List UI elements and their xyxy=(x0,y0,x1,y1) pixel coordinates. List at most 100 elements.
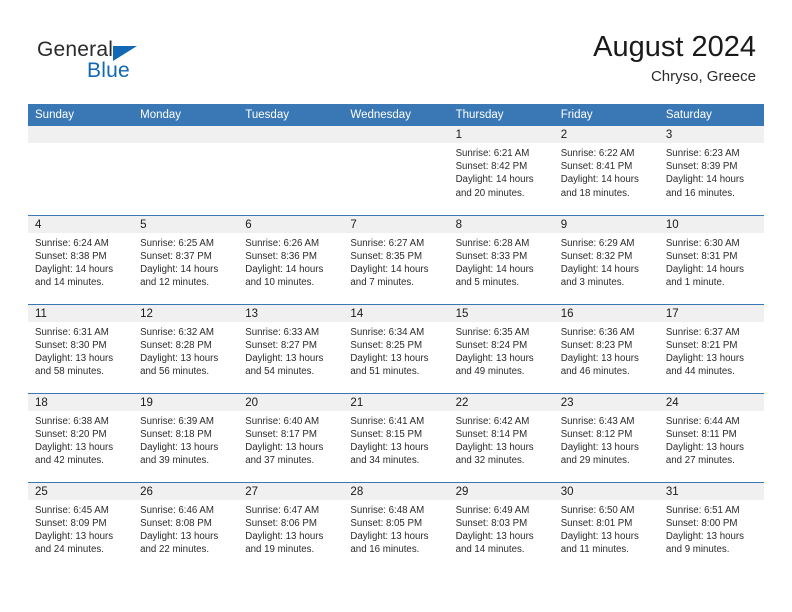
daylight-text-line1: Daylight: 14 hours xyxy=(455,263,534,275)
calendar-day-cell[interactable]: 10 Sunrise: 6:30 AM Sunset: 8:31 PM Dayligh… xyxy=(658,214,764,304)
calendar-empty-cell xyxy=(238,126,344,215)
sunrise-text: Sunrise: 6:39 AM xyxy=(140,415,214,427)
calendar-day-cell[interactable]: 2 Sunrise: 6:22 AM Sunset: 8:41 PM Daylight… xyxy=(553,126,659,215)
sunrise-text: Sunrise: 6:22 AM xyxy=(560,148,635,159)
calendar-day-cell[interactable]: 24 Sunrise: 6:44 AM Sunset: 8:11 PM Dayligh… xyxy=(658,392,764,482)
day-details: Sunrise: 6:37 AM Sunset: 8:21 PM Daylight:… xyxy=(659,322,764,379)
calendar-day-cell[interactable]: 19 Sunrise: 6:39 AM Sunset: 8:18 PM Dayligh… xyxy=(133,392,239,482)
daylight-text-line1: Daylight: 13 hours xyxy=(455,530,534,542)
sunset-text: Sunset: 8:31 PM xyxy=(665,250,738,262)
day-number: 28 xyxy=(343,482,449,500)
sunrise-text: Sunrise: 6:51 AM xyxy=(665,504,740,516)
sunset-text: Sunset: 8:05 PM xyxy=(350,517,423,529)
calendar-day-cell[interactable]: 26 Sunrise: 6:46 AM Sunset: 8:08 PM Dayligh… xyxy=(133,481,239,571)
calendar-day-cell[interactable]: 20 Sunrise: 6:40 AM Sunset: 8:17 PM Dayligh… xyxy=(238,392,344,482)
daylight-text-line2: and 34 minutes. xyxy=(350,455,420,467)
weekday-header-wednesday: Wednesday xyxy=(343,104,449,126)
calendar-day-cell[interactable]: 16 Sunrise: 6:36 AM Sunset: 8:23 PM Dayligh… xyxy=(553,303,659,393)
day-details: Sunrise: 6:35 AM Sunset: 8:24 PM Daylight:… xyxy=(449,322,554,379)
calendar-day-cell[interactable]: 4 Sunrise: 6:24 AM Sunset: 8:38 PM Daylight… xyxy=(28,214,134,304)
daylight-text-line1: Daylight: 14 hours xyxy=(560,263,639,275)
day-number: 4 xyxy=(28,215,134,233)
weekday-header-thursday: Thursday xyxy=(448,104,554,126)
general-blue-logo[interactable]: General Blue xyxy=(37,38,237,88)
calendar-day-cell[interactable]: 1 Sunrise: 6:21 AM Sunset: 8:42 PM Daylight… xyxy=(448,126,554,215)
daylight-text-line1: Daylight: 13 hours xyxy=(245,441,324,453)
daylight-text-line2: and 51 minutes. xyxy=(350,366,420,378)
calendar-day-cell[interactable]: 28 Sunrise: 6:48 AM Sunset: 8:05 PM Dayligh… xyxy=(343,481,449,571)
day-number: 25 xyxy=(28,482,134,500)
daylight-text-line2: and 29 minutes. xyxy=(560,455,630,467)
calendar-day-cell[interactable]: 17 Sunrise: 6:37 AM Sunset: 8:21 PM Dayligh… xyxy=(658,303,764,393)
day-number: 11 xyxy=(28,304,134,322)
day-number: 10 xyxy=(658,215,764,233)
calendar-day-cell[interactable]: 3 Sunrise: 6:23 AM Sunset: 8:39 PM Daylight… xyxy=(658,126,764,215)
day-number: 12 xyxy=(133,304,239,322)
calendar-day-cell[interactable]: 25 Sunrise: 6:45 AM Sunset: 8:09 PM Dayligh… xyxy=(28,481,134,571)
daylight-text-line1: Daylight: 13 hours xyxy=(350,352,429,364)
daylight-text-line2: and 22 minutes. xyxy=(140,544,210,556)
day-details: Sunrise: 6:26 AM Sunset: 8:36 PM Daylight:… xyxy=(238,233,343,290)
day-details: Sunrise: 6:31 AM Sunset: 8:30 PM Daylight:… xyxy=(28,322,133,379)
calendar-empty-cell xyxy=(28,126,134,215)
sunset-text: Sunset: 8:25 PM xyxy=(350,339,423,351)
daylight-text-line2: and 44 minutes. xyxy=(665,366,735,378)
sunrise-text: Sunrise: 6:48 AM xyxy=(350,504,425,516)
day-details: Sunrise: 6:23 AM Sunset: 8:39 PM Daylight:… xyxy=(659,143,764,200)
calendar-day-cell[interactable]: 30 Sunrise: 6:50 AM Sunset: 8:01 PM Dayligh… xyxy=(553,481,659,571)
daylight-text-line1: Daylight: 14 hours xyxy=(350,263,429,275)
day-details: Sunrise: 6:43 AM Sunset: 8:12 PM Daylight:… xyxy=(554,411,659,468)
calendar-day-cell[interactable]: 14 Sunrise: 6:34 AM Sunset: 8:25 PM Dayligh… xyxy=(343,303,449,393)
calendar-empty-cell xyxy=(343,126,449,215)
day-number: 29 xyxy=(448,482,554,500)
sunset-text: Sunset: 8:14 PM xyxy=(455,428,528,440)
calendar-day-cell[interactable]: 12 Sunrise: 6:32 AM Sunset: 8:28 PM Dayligh… xyxy=(133,303,239,393)
sunset-text: Sunset: 8:03 PM xyxy=(455,517,528,529)
daylight-text-line2: and 54 minutes. xyxy=(245,366,315,378)
calendar-day-cell[interactable]: 8 Sunrise: 6:28 AM Sunset: 8:33 PM Daylight… xyxy=(448,214,554,304)
daylight-text-line2: and 58 minutes. xyxy=(35,366,104,378)
day-number xyxy=(133,126,239,143)
sunset-text: Sunset: 8:11 PM xyxy=(665,428,737,440)
daylight-text-line1: Daylight: 13 hours xyxy=(140,352,219,364)
calendar-day-cell[interactable]: 13 Sunrise: 6:33 AM Sunset: 8:27 PM Dayligh… xyxy=(238,303,344,393)
calendar-day-cell[interactable]: 22 Sunrise: 6:42 AM Sunset: 8:14 PM Dayligh… xyxy=(448,392,554,482)
calendar-day-cell[interactable]: 5 Sunrise: 6:25 AM Sunset: 8:37 PM Daylight… xyxy=(133,214,239,304)
daylight-text-line1: Daylight: 13 hours xyxy=(350,530,429,542)
calendar-day-cell[interactable]: 23 Sunrise: 6:43 AM Sunset: 8:12 PM Dayligh… xyxy=(553,392,659,482)
calendar-day-cell[interactable]: 9 Sunrise: 6:29 AM Sunset: 8:32 PM Daylight… xyxy=(553,214,659,304)
daylight-text-line1: Daylight: 13 hours xyxy=(245,352,324,364)
calendar-day-cell[interactable]: 29 Sunrise: 6:49 AM Sunset: 8:03 PM Dayligh… xyxy=(448,481,554,571)
daylight-text-line2: and 49 minutes. xyxy=(455,366,525,378)
calendar-day-cell[interactable]: 18 Sunrise: 6:38 AM Sunset: 8:20 PM Dayligh… xyxy=(28,392,134,482)
calendar-day-cell[interactable]: 31 Sunrise: 6:51 AM Sunset: 8:00 PM Dayligh… xyxy=(658,481,764,571)
day-details: Sunrise: 6:45 AM Sunset: 8:09 PM Daylight:… xyxy=(28,500,133,557)
sunset-text: Sunset: 8:37 PM xyxy=(140,250,212,262)
sunset-text: Sunset: 8:15 PM xyxy=(350,428,423,440)
calendar-week-row: 25 Sunrise: 6:45 AM Sunset: 8:09 PM Dayligh… xyxy=(28,481,764,571)
calendar-day-cell[interactable]: 11 Sunrise: 6:31 AM Sunset: 8:30 PM Dayligh… xyxy=(28,303,134,393)
location-subtitle: Chryso, Greece xyxy=(650,68,756,85)
calendar-page: General Blue August 2024 Chryso, Greece … xyxy=(0,0,792,612)
sunset-text: Sunset: 8:33 PM xyxy=(455,250,528,262)
calendar-day-cell[interactable]: 6 Sunrise: 6:26 AM Sunset: 8:36 PM Daylight… xyxy=(238,214,344,304)
daylight-text-line2: and 12 minutes. xyxy=(140,277,210,289)
daylight-text-line1: Daylight: 13 hours xyxy=(245,530,324,542)
page-header: General Blue August 2024 Chryso, Greece xyxy=(0,0,792,104)
day-details: Sunrise: 6:34 AM Sunset: 8:25 PM Daylight:… xyxy=(343,322,448,379)
daylight-text-line1: Daylight: 14 hours xyxy=(140,263,219,275)
calendar-empty-cell xyxy=(133,126,239,215)
calendar-day-cell[interactable]: 15 Sunrise: 6:35 AM Sunset: 8:24 PM Dayligh… xyxy=(448,303,554,393)
day-number: 23 xyxy=(553,393,659,411)
daylight-text-line1: Daylight: 14 hours xyxy=(245,263,324,275)
logo-text-blue: Blue xyxy=(87,59,130,82)
calendar-day-cell[interactable]: 27 Sunrise: 6:47 AM Sunset: 8:06 PM Dayligh… xyxy=(238,481,344,571)
calendar-day-cell[interactable]: 7 Sunrise: 6:27 AM Sunset: 8:35 PM Daylight… xyxy=(343,214,449,304)
calendar-day-cell[interactable]: 21 Sunrise: 6:41 AM Sunset: 8:15 PM Dayligh… xyxy=(343,392,449,482)
daylight-text-line1: Daylight: 14 hours xyxy=(560,174,639,186)
day-details: Sunrise: 6:36 AM Sunset: 8:23 PM Daylight:… xyxy=(554,322,659,379)
daylight-text-line1: Daylight: 14 hours xyxy=(665,174,744,186)
day-number: 24 xyxy=(658,393,764,411)
daylight-text-line1: Daylight: 13 hours xyxy=(665,441,744,453)
day-number: 20 xyxy=(238,393,344,411)
